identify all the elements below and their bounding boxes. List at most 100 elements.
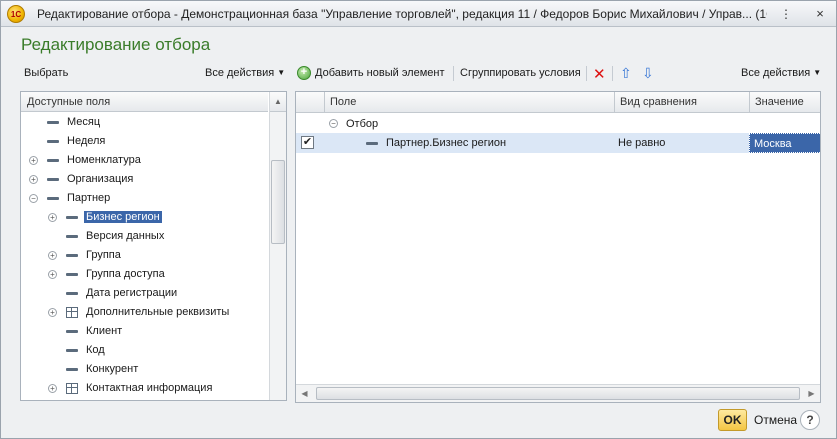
expand-icon[interactable]: + — [48, 270, 57, 279]
group-label: Отбор — [346, 118, 379, 130]
tree-item[interactable]: Код — [21, 341, 268, 360]
available-fields-tree[interactable]: Доступные поля ▲ Месяц Неделя + Номенклатур… — [20, 91, 287, 401]
expand-icon[interactable]: + — [29, 156, 38, 165]
toolbar-separator — [586, 66, 587, 81]
tree-item[interactable]: Клиент — [21, 322, 268, 341]
tree-item[interactable]: − Партнер — [21, 189, 268, 208]
chevron-down-icon: ▼ — [277, 68, 286, 77]
tree-item[interactable]: Месяц — [21, 113, 268, 132]
condition-field[interactable]: Партнер.Бизнес регион — [386, 137, 506, 149]
condition-value[interactable]: Москва — [749, 133, 820, 153]
tree-item-label: Контактная информация — [86, 382, 213, 394]
move-down-icon[interactable]: ⇩ — [642, 65, 654, 82]
tree-item[interactable]: + Бизнес регион — [21, 208, 268, 227]
column-header-value[interactable]: Значение — [749, 92, 820, 112]
select-button[interactable]: Выбрать — [24, 67, 68, 79]
tree-header: Доступные поля — [21, 92, 268, 112]
tree-item[interactable]: + Дополнительные реквизиты — [21, 303, 268, 322]
tree-item-label: Неделя — [67, 135, 106, 147]
tree-item-label: Организация — [67, 173, 134, 185]
field-icon — [47, 140, 59, 143]
dialog-window: 1С Редактирование отбора - Демонстрацион… — [0, 0, 837, 439]
tree-item[interactable]: Неделя — [21, 132, 268, 151]
tree-item-label: Дата регистрации — [86, 287, 178, 299]
scroll-left-icon[interactable]: ◀ — [296, 385, 313, 402]
grid-horizontal-scrollbar[interactable]: ◀ ▶ — [296, 384, 820, 402]
expand-icon[interactable]: + — [48, 251, 57, 260]
form-title: Редактирование отбора — [21, 35, 211, 54]
right-toolbar: + Добавить новый элемент Сгруппировать у… — [295, 63, 825, 85]
right-all-actions-menu[interactable]: Все действия ▼ — [741, 67, 821, 79]
tree-item-label: Месяц — [67, 116, 101, 128]
tree-item[interactable]: Версия данных — [21, 227, 268, 246]
filter-condition-row[interactable]: ✔ Партнер.Бизнес регион Не равно Москва — [296, 133, 820, 153]
group-conditions-button[interactable]: Сгруппировать условия — [460, 67, 581, 79]
tree-item-label: Партнер — [67, 192, 111, 204]
scroll-up-icon[interactable]: ▲ — [270, 92, 286, 112]
tree-item[interactable]: Конкурент — [21, 360, 268, 379]
field-icon — [47, 159, 59, 162]
grid-header: Поле Вид сравнения Значение — [296, 92, 820, 113]
tree-item-label: Код — [86, 344, 105, 356]
tree-item[interactable]: + Контактная информация — [21, 379, 268, 398]
tree-scrollbar[interactable]: ▲ — [269, 92, 286, 400]
ok-button[interactable]: OK — [718, 409, 747, 431]
window-menu-button[interactable]: ⋮ — [777, 5, 795, 22]
tree-item[interactable]: + Организация — [21, 170, 268, 189]
tree-item[interactable]: + Группа доступа — [21, 265, 268, 284]
field-icon — [66, 368, 78, 371]
tree-item-label: Бизнес регион — [84, 211, 162, 223]
collapse-icon[interactable]: − — [329, 119, 338, 128]
left-toolbar: Выбрать Все действия ▼ — [20, 63, 287, 85]
tree-item-label: Версия данных — [86, 230, 165, 242]
toolbar-separator — [612, 66, 613, 81]
table-icon — [66, 383, 78, 394]
expand-icon[interactable]: + — [48, 308, 57, 317]
delete-icon[interactable]: ✕ — [593, 65, 606, 83]
tree-item[interactable]: Дата регистрации — [21, 284, 268, 303]
condition-checkbox[interactable]: ✔ — [301, 136, 314, 149]
filter-group-row[interactable]: − Отбор — [296, 114, 820, 134]
expand-icon[interactable]: + — [48, 213, 57, 222]
field-icon — [66, 349, 78, 352]
field-icon — [366, 142, 378, 145]
expand-icon[interactable]: + — [48, 384, 57, 393]
field-icon — [66, 235, 78, 238]
window-title: Редактирование отбора - Демонстрационная… — [37, 7, 767, 21]
toolbar-separator — [453, 66, 454, 81]
expand-icon[interactable]: + — [29, 175, 38, 184]
column-header-check — [296, 92, 324, 112]
filter-grid[interactable]: Поле Вид сравнения Значение − Отбор ✔ Па… — [295, 91, 821, 403]
field-icon — [66, 254, 78, 257]
window-close-button[interactable]: × — [811, 5, 829, 22]
condition-comparison[interactable]: Не равно — [618, 137, 665, 149]
collapse-icon[interactable]: − — [29, 194, 38, 203]
field-icon — [66, 330, 78, 333]
field-icon — [66, 216, 78, 219]
scroll-right-icon[interactable]: ▶ — [803, 385, 820, 402]
column-header-field[interactable]: Поле — [324, 92, 614, 112]
tree-item-label: Клиент — [86, 325, 123, 337]
field-icon — [47, 178, 59, 181]
field-icon — [66, 292, 78, 295]
tree-item-label: Номенклатура — [67, 154, 141, 166]
cancel-button[interactable]: Отмена — [754, 413, 797, 427]
column-header-comparison[interactable]: Вид сравнения — [614, 92, 749, 112]
scroll-thumb[interactable] — [316, 387, 800, 400]
tree-item-label: Конкурент — [86, 363, 139, 375]
left-all-actions-label: Все действия — [205, 67, 275, 79]
move-up-icon[interactable]: ⇧ — [620, 65, 632, 82]
field-icon — [47, 121, 59, 124]
field-icon — [66, 273, 78, 276]
add-icon: + — [297, 66, 311, 80]
tree-item[interactable]: + Номенклатура — [21, 151, 268, 170]
add-element-label: Добавить новый элемент — [315, 67, 445, 79]
right-all-actions-label: Все действия — [741, 67, 811, 79]
tree-item[interactable]: + Группа — [21, 246, 268, 265]
table-icon — [66, 307, 78, 318]
add-element-button[interactable]: + Добавить новый элемент — [297, 66, 445, 80]
left-all-actions-menu[interactable]: Все действия ▼ — [205, 67, 285, 79]
scroll-thumb[interactable] — [271, 160, 285, 244]
help-button[interactable]: ? — [800, 410, 820, 430]
tree-item-label: Дополнительные реквизиты — [86, 306, 230, 318]
